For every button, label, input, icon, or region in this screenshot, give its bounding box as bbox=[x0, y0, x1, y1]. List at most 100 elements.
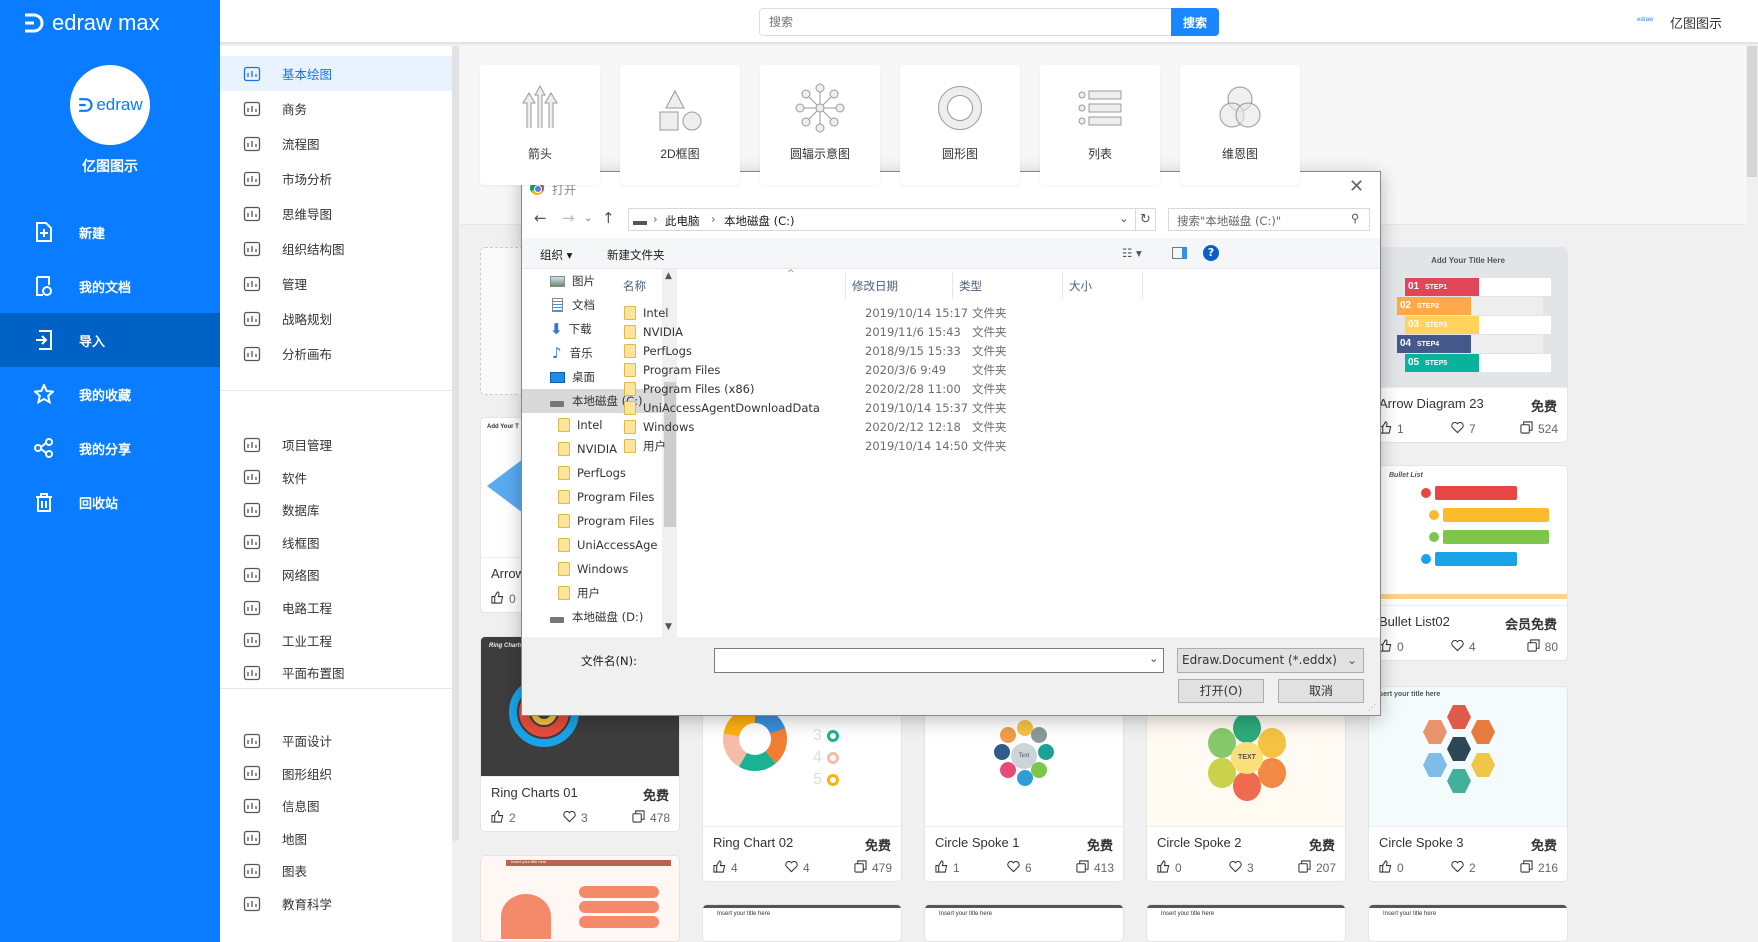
template-favs[interactable]: 3 bbox=[563, 810, 588, 826]
search-input[interactable] bbox=[759, 8, 1171, 36]
category-item[interactable]: 项目管理 bbox=[220, 427, 452, 462]
shape-type-card-block-2d[interactable]: 2D框图 bbox=[620, 65, 740, 185]
template-likes[interactable]: 0 bbox=[1157, 860, 1182, 876]
file-type-select[interactable]: Edraw.Document (*.eddx) ⌄ bbox=[1177, 648, 1364, 673]
page-scrollbar[interactable] bbox=[1746, 46, 1758, 942]
category-item[interactable]: 地图 bbox=[220, 821, 452, 856]
sidebar-item-trash[interactable]: 回收站 bbox=[0, 475, 220, 529]
column-header[interactable]: 类型 bbox=[953, 273, 1063, 299]
recent-dropdown-icon[interactable]: ⌄ bbox=[584, 213, 592, 224]
app-logo[interactable]: edraw max bbox=[22, 8, 160, 38]
category-item[interactable]: 思维导图 bbox=[220, 196, 452, 231]
nav-tree-item[interactable]: Windows bbox=[522, 557, 662, 581]
template-likes[interactable]: 0 bbox=[1379, 639, 1404, 655]
sidebar-item-file-plus[interactable]: 新建 bbox=[0, 205, 220, 259]
category-item[interactable]: 工业工程 bbox=[220, 623, 452, 658]
shape-type-card-venn[interactable]: 维恩图 bbox=[1180, 65, 1300, 185]
template-likes[interactable]: 2 bbox=[491, 810, 516, 826]
category-item[interactable]: 软件 bbox=[220, 460, 452, 495]
template-card[interactable]: Bullet List Bullet List02 会员免费 0 4 80 bbox=[1368, 465, 1568, 661]
template-card[interactable]: Insert your title here bbox=[924, 904, 1124, 942]
nav-tree-item[interactable]: PerfLogs bbox=[522, 461, 662, 485]
template-card[interactable]: Insert your title here bbox=[702, 904, 902, 942]
category-item[interactable]: 战略规划 bbox=[220, 301, 452, 336]
back-icon[interactable]: ← bbox=[534, 209, 547, 227]
category-item[interactable]: 电路工程 bbox=[220, 590, 452, 625]
up-icon[interactable]: ↑ bbox=[602, 209, 615, 227]
column-header[interactable]: 名称 bbox=[617, 273, 846, 299]
column-header[interactable]: 大小 bbox=[1063, 273, 1143, 299]
category-item[interactable]: 数据库 bbox=[220, 492, 452, 527]
category-item[interactable]: 分析画布 bbox=[220, 336, 452, 371]
template-card[interactable]: Insert your title here bbox=[1368, 904, 1568, 942]
file-row[interactable]: Windows 2020/2/12 12:18 文件夹 bbox=[624, 416, 1304, 437]
shape-type-card-arrow-shape[interactable]: 箭头 bbox=[480, 65, 600, 185]
dialog-search-input[interactable]: 搜索"本地磁盘 (C:)" ⚲ bbox=[1168, 208, 1370, 231]
template-likes[interactable]: 0 bbox=[1379, 860, 1404, 876]
cancel-button[interactable]: 取消 bbox=[1278, 679, 1364, 703]
nav-tree-item[interactable]: UniAccessAge bbox=[522, 533, 662, 557]
sidebar-item-share[interactable]: 我的分享 bbox=[0, 421, 220, 475]
template-card[interactable]: Insert your title here Circle Spoke 3 免费 0 2… bbox=[1368, 686, 1568, 882]
breadcrumb-item[interactable]: 本地磁盘 (C:) bbox=[724, 213, 795, 229]
category-item[interactable]: 市场分析 bbox=[220, 161, 452, 196]
category-item[interactable]: 平面布置图 bbox=[220, 655, 452, 690]
category-item[interactable]: 基本绘图 bbox=[220, 56, 452, 91]
category-item[interactable]: 管理 bbox=[220, 266, 452, 301]
resize-grip-icon[interactable]: ⋰ bbox=[1368, 703, 1376, 712]
refresh-icon[interactable]: ↻ bbox=[1140, 212, 1151, 227]
sidebar-item-documents[interactable]: 我的文档 bbox=[0, 259, 220, 313]
category-scrollbar-thumb[interactable] bbox=[452, 46, 459, 841]
nav-tree-item[interactable]: 用户 bbox=[522, 581, 662, 605]
view-options-icon[interactable]: ☷ ▾ bbox=[1122, 246, 1142, 260]
sidebar-item-star[interactable]: 我的收藏 bbox=[0, 367, 220, 421]
template-likes[interactable]: 0 bbox=[491, 591, 516, 607]
nav-tree-item[interactable]: Program Files bbox=[522, 509, 662, 533]
nav-tree-item[interactable]: Program Files bbox=[522, 485, 662, 509]
category-item[interactable]: 图表 bbox=[220, 853, 452, 888]
template-card[interactable]: Add Your Title Here 01 STEP1 02 STEP2 03 ST… bbox=[1368, 247, 1568, 443]
category-item[interactable]: 平面设计 bbox=[220, 723, 452, 758]
page-scrollbar-thumb[interactable] bbox=[1747, 46, 1757, 177]
close-icon[interactable]: ✕ bbox=[1349, 176, 1364, 197]
file-row[interactable]: UniAccessAgentDownloadData 2019/10/14 15:… bbox=[624, 397, 1304, 418]
organize-menu[interactable]: 组织 ▾ bbox=[540, 247, 572, 263]
template-favs[interactable]: 3 bbox=[1229, 860, 1254, 876]
search-button[interactable]: 搜索 bbox=[1171, 8, 1219, 36]
filename-dropdown-icon[interactable]: ⌄ bbox=[1149, 651, 1159, 665]
nav-tree-item[interactable]: 本地磁盘 (D:) bbox=[522, 605, 662, 629]
file-row[interactable]: Intel 2019/10/14 15:17 文件夹 bbox=[624, 302, 1304, 323]
template-favs[interactable]: 4 bbox=[1451, 639, 1476, 655]
filename-input[interactable]: ⌄ bbox=[714, 648, 1164, 673]
new-folder-button[interactable]: 新建文件夹 bbox=[607, 247, 665, 263]
template-card[interactable]: Insert your title here bbox=[1146, 904, 1346, 942]
category-item[interactable]: 信息图 bbox=[220, 788, 452, 823]
header-user-name[interactable]: 亿图图示 bbox=[1670, 13, 1722, 32]
category-item[interactable]: 线框图 bbox=[220, 525, 452, 560]
template-card[interactable]: Insert your title here bbox=[480, 855, 680, 942]
column-header[interactable]: 修改日期 bbox=[846, 273, 953, 299]
category-item[interactable]: 网络图 bbox=[220, 557, 452, 592]
preview-pane-icon[interactable] bbox=[1172, 247, 1187, 259]
file-row[interactable]: PerfLogs 2018/9/15 15:33 文件夹 bbox=[624, 340, 1304, 361]
file-row[interactable]: Program Files 2020/3/6 9:49 文件夹 bbox=[624, 359, 1304, 380]
open-button[interactable]: 打开(O) bbox=[1178, 679, 1264, 703]
category-item[interactable]: 流程图 bbox=[220, 126, 452, 161]
category-item[interactable]: 图形组织 bbox=[220, 756, 452, 791]
forward-icon[interactable]: → bbox=[562, 209, 575, 227]
breadcrumb-item[interactable]: 此电脑 bbox=[665, 213, 700, 229]
template-favs[interactable]: 6 bbox=[1007, 860, 1032, 876]
category-item[interactable]: 商务 bbox=[220, 91, 452, 126]
template-favs[interactable]: 4 bbox=[785, 860, 810, 876]
address-dropdown-icon[interactable]: ⌄ bbox=[1119, 211, 1129, 225]
category-item[interactable]: 教育科学 bbox=[220, 886, 452, 921]
file-row[interactable]: NVIDIA 2019/11/6 15:43 文件夹 bbox=[624, 321, 1304, 342]
scroll-down-icon[interactable]: ▼ bbox=[665, 622, 672, 632]
category-item[interactable]: 组织结构图 bbox=[220, 231, 452, 266]
template-likes[interactable]: 1 bbox=[1379, 421, 1404, 437]
template-favs[interactable]: 7 bbox=[1451, 421, 1476, 437]
avatar[interactable]: edraw bbox=[70, 65, 150, 145]
template-likes[interactable]: 1 bbox=[935, 860, 960, 876]
shape-type-card-list[interactable]: 列表 bbox=[1040, 65, 1160, 185]
help-icon[interactable]: ? bbox=[1203, 245, 1219, 261]
